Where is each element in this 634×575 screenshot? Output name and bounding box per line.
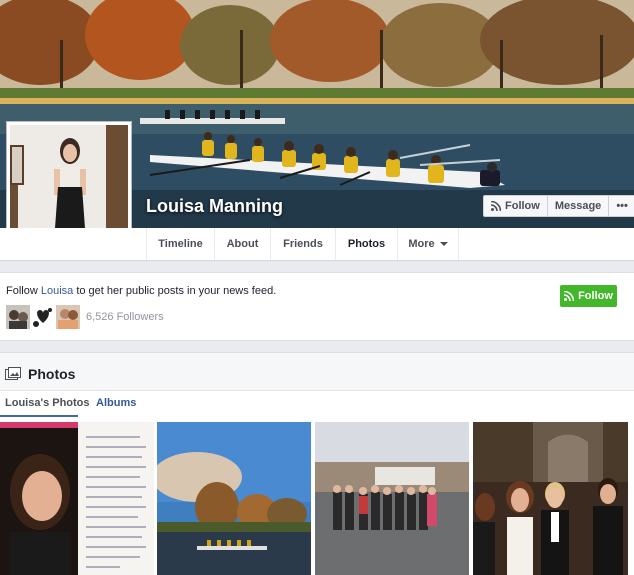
tab-about[interactable]: About (214, 228, 270, 260)
tab-label: Photos (347, 238, 386, 250)
tab-more[interactable]: More (397, 228, 459, 260)
follower-avatar[interactable] (56, 305, 80, 329)
more-options-button[interactable]: ••• (609, 196, 634, 216)
tab-label: Timeline (158, 238, 203, 250)
tab-label: Friends (283, 238, 323, 250)
follow-button-label: Follow (505, 200, 540, 212)
tab-photos[interactable]: Photos (335, 228, 397, 260)
tab-friends[interactable]: Friends (270, 228, 335, 260)
follower-avatar[interactable] (6, 305, 30, 329)
caret-down-icon (439, 242, 448, 246)
profile-picture-image (10, 125, 128, 242)
followers-count: 6,526 Followers (86, 311, 164, 323)
follow-button[interactable]: Follow (484, 196, 548, 216)
message-button[interactable]: Message (548, 196, 610, 216)
follower-avatar[interactable] (31, 305, 55, 329)
active-subtab-indicator (0, 415, 78, 417)
message-button-label: Message (554, 200, 602, 212)
follow-button-green[interactable]: Follow (560, 285, 617, 307)
ellipsis-icon: ••• (616, 200, 628, 212)
follow-text-after: to get her public posts in your news fee… (73, 285, 277, 297)
profile-name[interactable]: Louisa Manning (146, 196, 283, 217)
follow-text-before: Follow (6, 285, 41, 297)
profile-tabs: Timeline About Friends Photos More (0, 228, 634, 261)
tab-timeline[interactable]: Timeline (146, 228, 214, 260)
photos-icon (5, 367, 21, 380)
photo-thumbnail[interactable] (0, 422, 154, 575)
photo-thumbnail[interactable] (157, 422, 311, 575)
photos-header: Photos (0, 353, 634, 391)
tab-label: More (408, 238, 435, 250)
tab-label: About (226, 238, 259, 250)
photo-thumbnail[interactable] (473, 422, 628, 575)
profile-name-link[interactable]: Louisa (41, 285, 73, 297)
photos-section: Photos Louisa's Photos Albums (0, 352, 634, 575)
subtab-louisas-photos[interactable]: Louisa's Photos (5, 397, 90, 409)
follow-button-label: Follow (578, 290, 613, 302)
follow-prompt-text: Follow Louisa to get her public posts in… (6, 285, 276, 297)
follower-avatars (6, 305, 80, 329)
cover-action-buttons: Follow Message ••• (483, 195, 634, 217)
photos-title: Photos (28, 366, 76, 382)
photo-thumbnail[interactable] (315, 422, 469, 575)
follow-prompt: Follow Louisa to get her public posts in… (0, 272, 634, 341)
rss-icon (491, 201, 501, 211)
subtab-albums[interactable]: Albums (96, 397, 136, 409)
rss-icon (563, 290, 575, 302)
